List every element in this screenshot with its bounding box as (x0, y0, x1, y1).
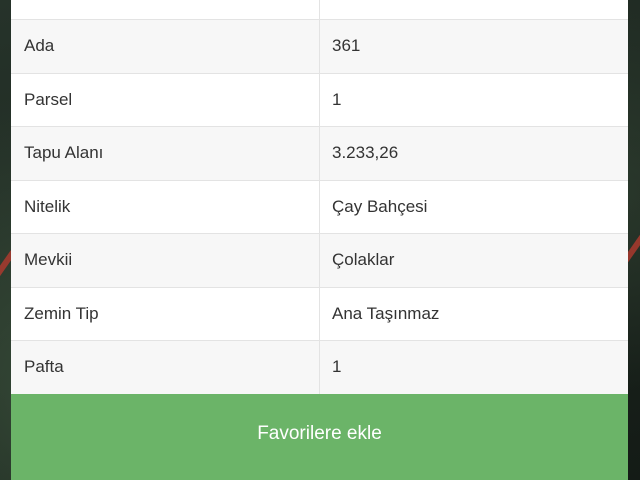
attribute-key: Parsel (11, 73, 320, 127)
attribute-key: Pafta (11, 340, 320, 394)
table-row-nitelik: Nitelik Çay Bahçesi (11, 180, 628, 234)
attribute-value: 1 (332, 89, 342, 109)
attribute-value: Ana Taşınmaz (332, 303, 440, 323)
parcel-details-panel: Ada 361 Parsel 1 Tapu Alanı 3.233,26 Nit… (11, 0, 628, 480)
table-row-mevkii: Mevkii Çolaklar (11, 233, 628, 287)
attribute-value: 3.233,26 (332, 143, 399, 163)
attribute-key: Zemin Tip (11, 287, 320, 341)
attribute-key: Ada (11, 19, 320, 73)
parcel-attributes-table: Ada 361 Parsel 1 Tapu Alanı 3.233,26 Nit… (11, 0, 628, 395)
table-row-ada: Ada 361 (11, 19, 628, 73)
attribute-key: Nitelik (11, 180, 320, 234)
table-row-zemin-tip: Zemin Tip Ana Taşınmaz (11, 287, 628, 341)
table-row-parsel: Parsel 1 (11, 73, 628, 127)
attribute-value: 361 (332, 36, 361, 56)
attribute-value: Çolaklar (332, 250, 395, 270)
attribute-value: 1 (332, 357, 342, 377)
table-row-partial (11, 0, 628, 20)
attribute-key: Tapu Alanı (11, 126, 320, 180)
attribute-key: Mevkii (11, 233, 320, 287)
table-row-tapu-alani: Tapu Alanı 3.233,26 (11, 126, 628, 180)
attribute-value (320, 0, 629, 20)
attribute-key (11, 0, 320, 20)
table-row-pafta: Pafta 1 (11, 340, 628, 394)
add-to-favorites-button[interactable]: Favorilere ekle (11, 394, 628, 480)
attribute-value: Çay Bahçesi (332, 196, 428, 216)
